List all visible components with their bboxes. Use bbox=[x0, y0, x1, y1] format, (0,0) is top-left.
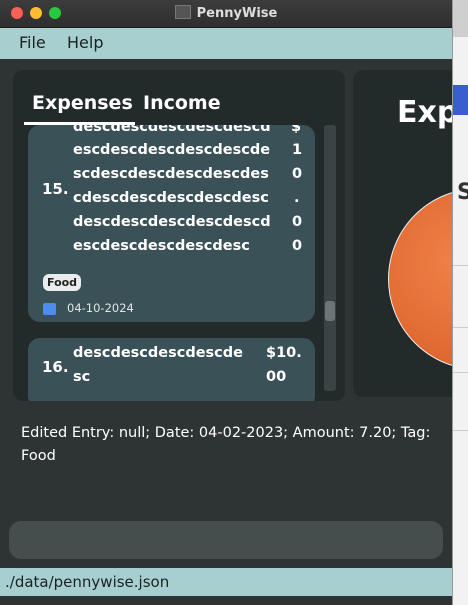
entry-amount: 0 bbox=[292, 238, 303, 254]
entry-amount: $10. bbox=[266, 345, 302, 361]
storage-path: ./data/pennywise.json bbox=[5, 573, 170, 591]
calendar-icon bbox=[43, 303, 56, 315]
entry-index: 16. bbox=[42, 358, 69, 376]
app-icon bbox=[174, 5, 191, 19]
background-window: S bbox=[452, 0, 468, 605]
entry-card-15[interactable]: 15. descdescdescdescdescd escdescdescdes… bbox=[28, 125, 315, 322]
window-title: PennyWise bbox=[196, 6, 278, 21]
divider bbox=[453, 372, 468, 373]
entry-amount: 0 bbox=[292, 166, 303, 182]
background-window-text: S bbox=[457, 180, 468, 205]
title-bar[interactable]: PennyWise bbox=[0, 0, 452, 28]
entry-description: scdescdescdescdescdes bbox=[73, 166, 269, 182]
divider bbox=[453, 265, 468, 266]
status-bar: ./data/pennywise.json bbox=[0, 568, 452, 596]
entry-description: descdescdescdescde bbox=[73, 345, 243, 361]
background-window-toolbar bbox=[453, 0, 468, 37]
result-display: Edited Entry: null; Date: 04-02-2023; Am… bbox=[21, 425, 431, 464]
pie-chart bbox=[388, 188, 452, 370]
command-input[interactable] bbox=[9, 521, 443, 559]
entry-description: cdescdescdescdescdesc bbox=[73, 190, 269, 206]
entry-amount: 00 bbox=[266, 369, 287, 385]
entry-description: descdescdescdescdescd bbox=[73, 125, 271, 135]
menu-bar: File Help bbox=[0, 28, 452, 59]
entries-panel: Expenses Income 15. descdescdescdescdesc… bbox=[13, 70, 345, 401]
tab-income[interactable]: Income bbox=[143, 92, 221, 114]
entry-description: escdescdescdescdescde bbox=[73, 142, 271, 158]
window-title-wrap: PennyWise bbox=[0, 5, 452, 21]
scrollbar-thumb[interactable] bbox=[325, 301, 335, 321]
entry-description: sc bbox=[73, 369, 91, 385]
entry-index: 15. bbox=[42, 180, 69, 198]
chart-panel: Exp bbox=[353, 70, 452, 397]
menu-help[interactable]: Help bbox=[67, 33, 103, 52]
tag-badge: Food bbox=[43, 274, 82, 291]
main-window: PennyWise File Help Expenses Income 15. … bbox=[0, 0, 452, 605]
entry-description: descdescdescdescdescd bbox=[73, 214, 271, 230]
entry-amount: 0 bbox=[292, 214, 303, 230]
entry-description: escdescdescdescdesc bbox=[73, 238, 250, 254]
tab-expenses[interactable]: Expenses bbox=[32, 92, 133, 114]
menu-file[interactable]: File bbox=[19, 33, 46, 52]
divider bbox=[453, 327, 468, 328]
chart-title: Exp bbox=[397, 95, 452, 130]
entries-scrollbar[interactable] bbox=[324, 125, 336, 391]
entry-amount: 1 bbox=[292, 142, 303, 158]
divider bbox=[453, 430, 468, 431]
entry-card-16[interactable]: 16. descdescdescdescde sc $10. 00 bbox=[28, 338, 315, 401]
entry-date: 04-10-2024 bbox=[67, 301, 134, 315]
entry-amount: $ bbox=[291, 125, 302, 135]
entry-amount: . bbox=[294, 190, 300, 206]
background-window-highlight bbox=[453, 85, 468, 115]
